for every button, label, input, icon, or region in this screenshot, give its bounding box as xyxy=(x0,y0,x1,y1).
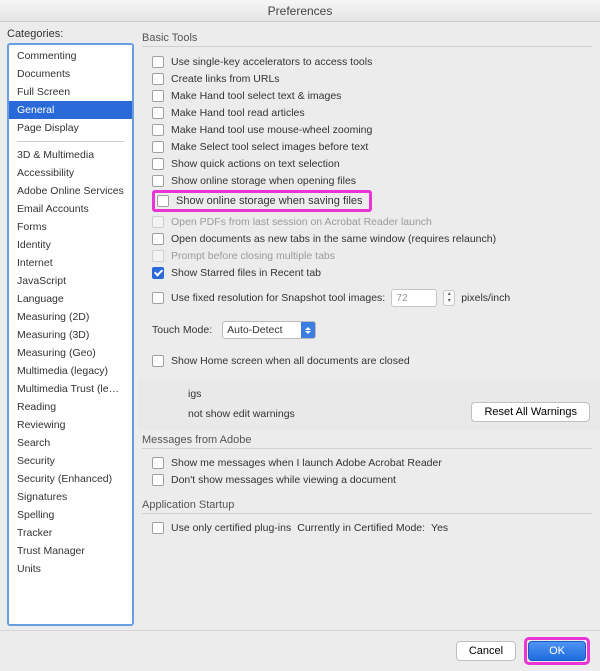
category-item-measuring-2d-[interactable]: Measuring (2D) xyxy=(9,308,132,326)
touch-mode-label: Touch Mode: xyxy=(152,324,212,336)
certified-mode-label: Currently in Certified Mode: xyxy=(297,522,425,534)
checkbox-create-links[interactable] xyxy=(152,73,164,85)
checkbox-hand-mouse-wheel[interactable] xyxy=(152,124,164,136)
category-item-language[interactable]: Language xyxy=(9,290,132,308)
category-item-reading[interactable]: Reading xyxy=(9,398,132,416)
checkbox-online-save[interactable] xyxy=(157,195,169,207)
opt-online-save: Show online storage when saving files xyxy=(176,195,363,207)
opt-messages-launch: Show me messages when I launch Adobe Acr… xyxy=(171,457,442,469)
category-item-trust-manager[interactable]: Trust Manager xyxy=(9,542,132,560)
window-title: Preferences xyxy=(0,0,600,22)
category-item-units[interactable]: Units xyxy=(9,560,132,578)
checkbox-quick-actions[interactable] xyxy=(152,158,164,170)
opt-prompt-before-close: Prompt before closing multiple tabs xyxy=(171,250,335,262)
categories-list[interactable]: CommentingDocumentsFull ScreenGeneralPag… xyxy=(7,43,134,626)
category-item-documents[interactable]: Documents xyxy=(9,65,132,83)
opt-show-home: Show Home screen when all documents are … xyxy=(171,355,410,367)
opt-hand-read-articles: Make Hand tool read articles xyxy=(171,107,305,119)
category-item-multimedia-trust-legacy-[interactable]: Multimedia Trust (legacy) xyxy=(9,380,132,398)
opt-hand-mouse-wheel: Make Hand tool use mouse-wheel zooming xyxy=(171,124,372,136)
warnings-line1: igs xyxy=(188,388,590,400)
highlight-ok: OK xyxy=(524,637,590,665)
snapshot-stepper[interactable]: ▴▾ xyxy=(443,290,455,306)
checkbox-hand-read-articles[interactable] xyxy=(152,107,164,119)
opt-select-images-before: Make Select tool select images before te… xyxy=(171,141,368,153)
checkbox-select-images-before[interactable] xyxy=(152,141,164,153)
categories-divider xyxy=(17,141,124,142)
checkbox-online-open[interactable] xyxy=(152,175,164,187)
category-item-adobe-online-services[interactable]: Adobe Online Services xyxy=(9,182,132,200)
checkbox-messages-launch[interactable] xyxy=(152,457,164,469)
checkbox-prompt-before-close xyxy=(152,250,164,262)
opt-open-as-tabs: Open documents as new tabs in the same w… xyxy=(171,233,496,245)
checkbox-single-key[interactable] xyxy=(152,56,164,68)
category-item-spelling[interactable]: Spelling xyxy=(9,506,132,524)
opt-open-last-session: Open PDFs from last session on Acrobat R… xyxy=(171,216,432,228)
checkbox-snapshot-fixed-res[interactable] xyxy=(152,292,164,304)
opt-create-links: Create links from URLs xyxy=(171,73,280,85)
opt-show-starred: Show Starred files in Recent tab xyxy=(171,267,321,279)
messages-title: Messages from Adobe xyxy=(142,434,592,446)
snapshot-label: Use fixed resolution for Snapshot tool i… xyxy=(171,292,385,304)
highlight-online-save: Show online storage when saving files xyxy=(152,190,372,212)
category-item-accessibility[interactable]: Accessibility xyxy=(9,164,132,182)
category-item-reviewing[interactable]: Reviewing xyxy=(9,416,132,434)
snapshot-resolution-input[interactable] xyxy=(391,289,437,307)
category-item-tracker[interactable]: Tracker xyxy=(9,524,132,542)
opt-messages-viewing: Don't show messages while viewing a docu… xyxy=(171,474,396,486)
category-item-email-accounts[interactable]: Email Accounts xyxy=(9,200,132,218)
category-item-3d-multimedia[interactable]: 3D & Multimedia xyxy=(9,146,132,164)
category-item-page-display[interactable]: Page Display xyxy=(9,119,132,137)
category-item-signatures[interactable]: Signatures xyxy=(9,488,132,506)
checkbox-certified-plugins[interactable] xyxy=(152,522,164,534)
category-item-measuring-geo-[interactable]: Measuring (Geo) xyxy=(9,344,132,362)
touch-mode-select[interactable]: Auto-Detect xyxy=(222,321,315,339)
reset-all-warnings-button[interactable]: Reset All Warnings xyxy=(471,402,590,422)
cancel-button[interactable]: Cancel xyxy=(456,641,516,661)
snapshot-unit: pixels/inch xyxy=(461,292,510,304)
category-item-javascript[interactable]: JavaScript xyxy=(9,272,132,290)
ok-button[interactable]: OK xyxy=(528,641,586,661)
basic-tools-title: Basic Tools xyxy=(142,32,592,44)
checkbox-open-as-tabs[interactable] xyxy=(152,233,164,245)
opt-single-key: Use single-key accelerators to access to… xyxy=(171,56,372,68)
checkbox-show-starred[interactable] xyxy=(152,267,164,279)
checkbox-open-last-session xyxy=(152,216,164,228)
checkbox-messages-viewing[interactable] xyxy=(152,474,164,486)
category-item-general[interactable]: General xyxy=(9,101,132,119)
category-item-identity[interactable]: Identity xyxy=(9,236,132,254)
categories-label: Categories: xyxy=(7,28,134,40)
dropdown-arrow-icon xyxy=(301,322,315,338)
startup-title: Application Startup xyxy=(142,499,592,511)
category-item-search[interactable]: Search xyxy=(9,434,132,452)
certified-mode-value: Yes xyxy=(431,522,448,534)
checkbox-show-home[interactable] xyxy=(152,355,164,367)
checkbox-hand-select-text[interactable] xyxy=(152,90,164,102)
category-item-internet[interactable]: Internet xyxy=(9,254,132,272)
category-item-security-enhanced-[interactable]: Security (Enhanced) xyxy=(9,470,132,488)
category-item-security[interactable]: Security xyxy=(9,452,132,470)
opt-certified-plugins: Use only certified plug-ins xyxy=(171,522,291,534)
warnings-section: igs not show edit warnings Reset All War… xyxy=(138,380,600,430)
category-item-full-screen[interactable]: Full Screen xyxy=(9,83,132,101)
touch-mode-value: Auto-Detect xyxy=(227,324,282,336)
opt-online-open: Show online storage when opening files xyxy=(171,175,356,187)
category-item-multimedia-legacy-[interactable]: Multimedia (legacy) xyxy=(9,362,132,380)
category-item-commenting[interactable]: Commenting xyxy=(9,47,132,65)
category-item-measuring-3d-[interactable]: Measuring (3D) xyxy=(9,326,132,344)
opt-quick-actions: Show quick actions on text selection xyxy=(171,158,340,170)
opt-hand-select-text: Make Hand tool select text & images xyxy=(171,90,341,102)
category-item-forms[interactable]: Forms xyxy=(9,218,132,236)
